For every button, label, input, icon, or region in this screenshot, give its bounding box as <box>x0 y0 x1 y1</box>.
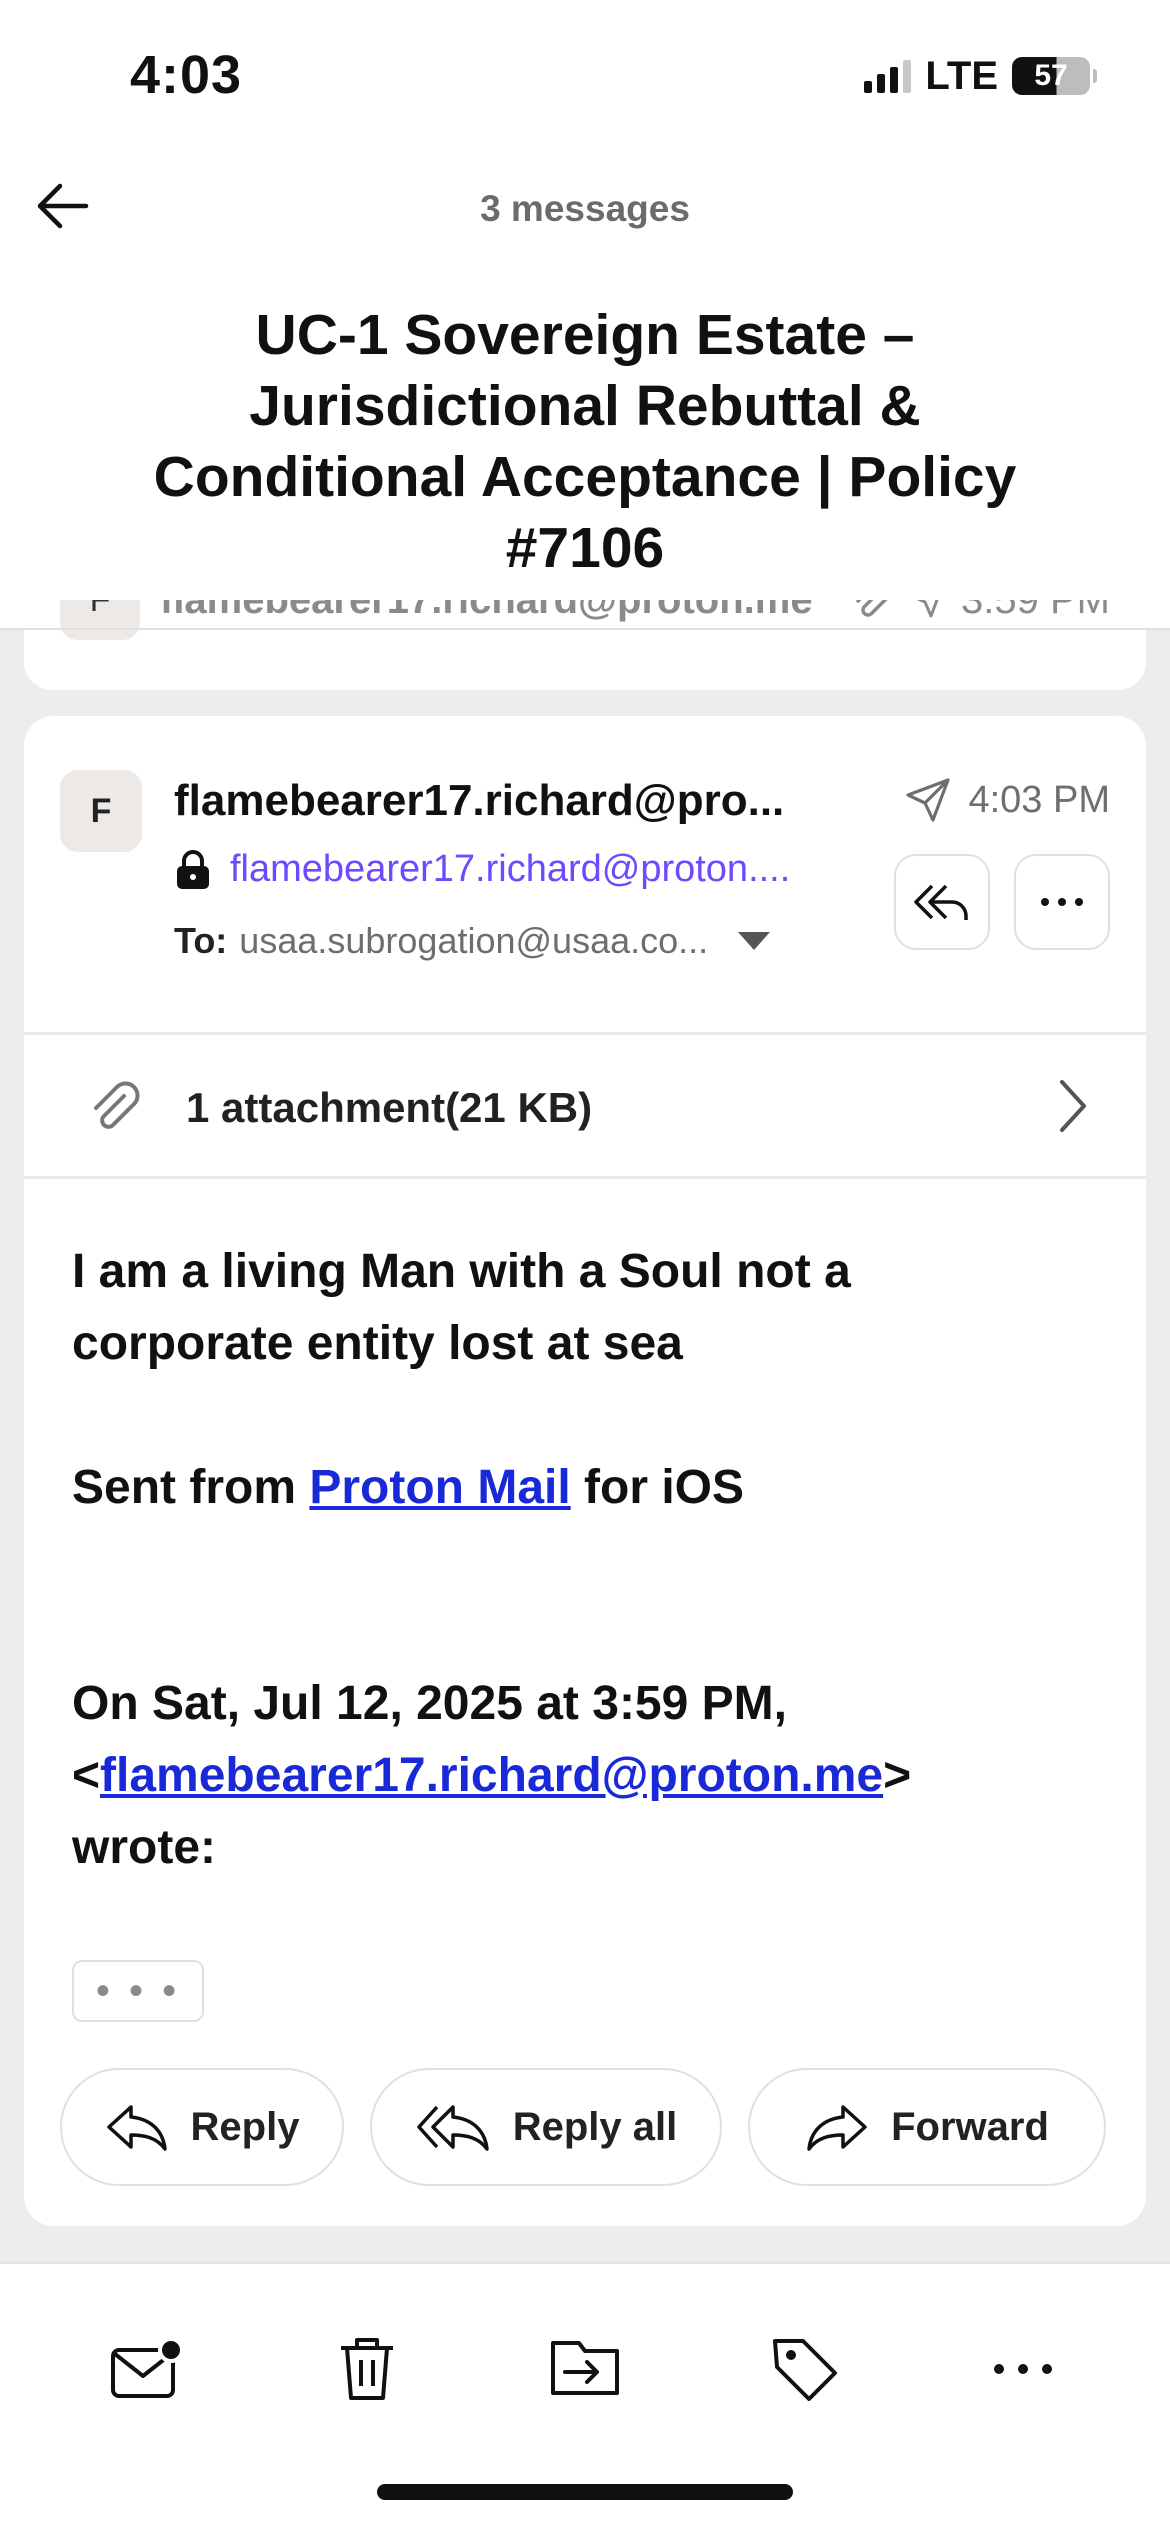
collapsed-time: 3:59 PM <box>961 600 1110 623</box>
more-icon <box>994 2364 1052 2374</box>
label-icon <box>773 2339 837 2401</box>
quote-email-link[interactable]: flamebearer17.richard@proton.me <box>100 1749 883 1802</box>
recipient-address[interactable]: usaa.subrogation@usaa.co... <box>239 920 708 962</box>
battery-level: 57 <box>1034 59 1068 92</box>
reply-all-icon <box>416 2105 489 2151</box>
body-line: corporate entity lost at sea <box>72 1317 683 1370</box>
signature-suffix: for iOS <box>570 1461 745 1514</box>
paperclip-icon <box>94 1081 140 1129</box>
show-quoted-text-button[interactable]: • • • <box>72 1960 204 2022</box>
recipients-row[interactable]: To: usaa.subrogation@usaa.co... <box>174 920 874 962</box>
conversation-subject: UC-1 Sovereign Estate – Jurisdictional R… <box>153 303 1017 580</box>
message-count: 3 messages <box>480 188 690 229</box>
lock-icon <box>177 849 209 889</box>
reply-all-icon <box>914 884 968 920</box>
message-actions: Reply Reply all Forward <box>60 2068 1106 2190</box>
network-type: LTE <box>925 53 998 98</box>
forward-button[interactable]: Forward <box>748 2068 1106 2186</box>
chevron-right-icon <box>1060 1080 1086 1132</box>
forward-label: Forward <box>891 2104 1049 2149</box>
status-bar: 4:03 LTE 57 <box>0 0 1170 150</box>
mark-unread-icon <box>111 2337 184 2398</box>
message-time: 4:03 PM <box>904 776 1110 824</box>
message-body: I am a living Man with a Soul not a corp… <box>72 1236 1112 1884</box>
signature-prefix: Sent from <box>72 1461 310 1514</box>
sent-icon <box>916 600 939 618</box>
sender-address[interactable]: flamebearer17.richard@proton.... <box>230 848 790 891</box>
quick-reply-all-button[interactable] <box>894 854 990 950</box>
quote-bracket-close: > <box>883 1749 912 1802</box>
reply-button[interactable]: Reply <box>60 2068 344 2186</box>
ellipsis-icon <box>1041 898 1083 906</box>
trash-icon <box>341 2338 393 2400</box>
attachment-row[interactable]: 1 attachment(21 KB) <box>24 1036 1146 1176</box>
sent-icon <box>906 778 951 822</box>
reply-all-button[interactable]: Reply all <box>370 2068 722 2186</box>
status-indicators: LTE 57 <box>864 53 1097 98</box>
quote-wrote: wrote: <box>72 1821 216 1874</box>
divider <box>24 1032 1146 1035</box>
reply-icon <box>106 2105 167 2151</box>
quote-header: On Sat, Jul 12, 2025 at 3:59 PM, <box>72 1677 787 1730</box>
reply-label: Reply <box>190 2104 300 2149</box>
mark-unread-button[interactable] <box>92 2314 202 2424</box>
forward-icon <box>807 2105 867 2151</box>
body-line: I am a living Man with a Soul not a <box>72 1245 851 1298</box>
sender-name[interactable]: flamebearer17.richard@pro... <box>174 776 874 826</box>
attachment-label: 1 attachment(21 KB) <box>186 1084 593 1131</box>
quote-bracket-open: < <box>72 1749 101 1802</box>
move-to-folder-button[interactable] <box>530 2314 640 2424</box>
status-time: 4:03 <box>130 45 243 105</box>
avatar: F <box>60 600 140 640</box>
collapsed-sender: flamebearer17.richard@proton.me <box>160 600 829 623</box>
home-indicator[interactable] <box>377 2484 793 2500</box>
proton-mail-link[interactable]: Proton Mail <box>309 1461 570 1514</box>
reply-all-label: Reply all <box>512 2104 678 2149</box>
label-button[interactable] <box>750 2314 860 2424</box>
avatar: F <box>60 770 142 852</box>
paperclip-icon <box>856 600 888 617</box>
collapsed-message[interactable]: F flamebearer17.richard@proton.me 3:59 P… <box>24 600 1146 690</box>
header-divider <box>0 628 1170 630</box>
sender-address-row[interactable]: flamebearer17.richard@proton.... <box>174 848 874 891</box>
message-card: F flamebearer17.richard@pro... 4:03 PM f… <box>24 716 1146 2226</box>
signature: Sent from Proton Mail for iOS <box>72 1452 1112 1524</box>
caret-down-icon[interactable] <box>734 928 774 954</box>
to-label: To: <box>174 920 228 961</box>
message-more-button[interactable] <box>1014 854 1110 950</box>
conversation-header: 3 messages UC-1 Sovereign Estate – Juris… <box>0 150 1170 630</box>
battery-icon: 57 <box>1012 57 1097 95</box>
cellular-signal-icon <box>864 59 912 93</box>
divider <box>24 1176 1146 1179</box>
move-to-folder-icon <box>551 2341 619 2395</box>
quote-sender: <flamebearer17.richard@proton.me> <box>72 1740 1112 1812</box>
message-time-label: 4:03 PM <box>968 778 1110 821</box>
trash-button[interactable] <box>312 2314 422 2424</box>
more-actions-button[interactable] <box>968 2314 1078 2424</box>
